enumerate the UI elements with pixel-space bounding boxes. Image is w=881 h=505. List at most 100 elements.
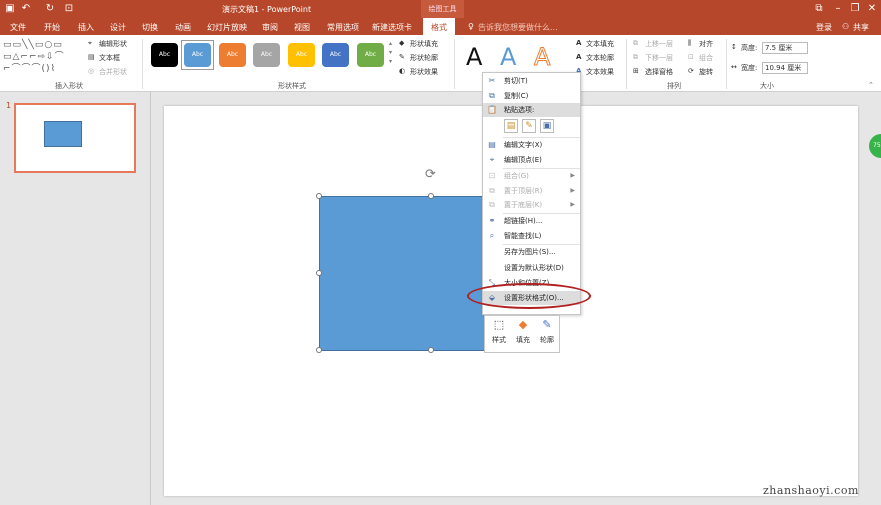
text-fill-button[interactable]: 文本填充 <box>586 39 614 49</box>
resize-handle[interactable] <box>316 270 322 276</box>
copy-icon: ⧉ <box>489 91 495 100</box>
width-label: 宽度: <box>741 64 758 72</box>
send-back-icon: ⧉ <box>489 200 495 209</box>
ribbon-display-icon[interactable]: ⧉ <box>813 2 825 15</box>
tab-slideshow[interactable]: 幻灯片放映 <box>207 22 247 33</box>
thumbnail-shape <box>44 121 82 147</box>
side-badge[interactable]: 75 <box>869 134 881 158</box>
tab-view[interactable]: 视图 <box>294 22 310 33</box>
edit-shape-button[interactable]: 编辑形状 <box>99 39 127 49</box>
collapse-ribbon-icon[interactable]: ⌃ <box>868 81 874 89</box>
menu-item-bring-to-front[interactable]: ⧉ 置于顶层(R) ▶ <box>483 184 580 198</box>
menu-item-copy[interactable]: ⧉ 复制(C) <box>483 89 580 103</box>
tab-new-tab[interactable]: 新建选项卡 <box>372 22 412 33</box>
group-button[interactable]: 组合 <box>699 53 713 63</box>
tab-format[interactable]: 格式 <box>423 18 455 35</box>
shape-style-green[interactable]: Abc <box>357 43 384 67</box>
shape-style-orange[interactable]: Abc <box>219 43 246 67</box>
resize-handle[interactable] <box>316 347 322 353</box>
menu-item-send-to-back[interactable]: ⧉ 置于底层(K) ▶ <box>483 198 580 212</box>
highlight-ellipse <box>467 283 591 309</box>
divider <box>142 39 143 89</box>
text-outline-button[interactable]: 文本轮廓 <box>586 53 614 63</box>
mini-fill-button[interactable]: ◆ 填充 <box>512 318 534 345</box>
shape-style-blue[interactable]: Abc <box>184 43 211 67</box>
menu-item-smart-lookup[interactable]: ⌕ 智能查找(L) <box>483 229 580 243</box>
title-bar: ▣ ↶ ↻ ⊡ 演示文稿1 - PowerPoint 绘图工具 ⧉ – ❐ ✕ <box>0 0 881 18</box>
tab-transitions[interactable]: 切换 <box>142 22 158 33</box>
align-icon: ⫼ <box>688 39 692 47</box>
tab-home[interactable]: 开始 <box>44 22 60 33</box>
width-icon: ↔ <box>731 63 737 71</box>
shape-style-gold[interactable]: Abc <box>288 43 315 67</box>
shape-styles-group-label: 形状样式 <box>278 82 306 90</box>
paste-keep-source-icon[interactable]: ▤ <box>504 119 518 133</box>
shape-style-dark-blue[interactable]: Abc <box>322 43 349 67</box>
divider <box>626 39 627 89</box>
undo-icon[interactable]: ↶ <box>20 2 32 15</box>
shape-fill-button[interactable]: 形状填充 <box>410 39 438 49</box>
resize-handle[interactable] <box>428 347 434 353</box>
paste-picture-icon[interactable]: ▣ <box>540 119 554 133</box>
text-box-button[interactable]: 文本框 <box>99 53 120 63</box>
shapes-gallery[interactable]: ▭▭╲╲▭○▭ ▭△⌐⌐⇨⇩⌒ ⌐⌒⌒⌒()⌇ <box>3 39 83 77</box>
menu-item-set-default-shape[interactable]: 设置为默认形状(D) <box>483 261 580 275</box>
tab-review[interactable]: 审阅 <box>262 22 278 33</box>
tab-common-options[interactable]: 常用选项 <box>327 22 359 33</box>
wordart-black[interactable]: A <box>466 43 482 71</box>
mini-outline-button[interactable]: ✎ 轮廓 <box>536 318 558 345</box>
text-box-icon: ▤ <box>88 53 95 61</box>
height-input[interactable]: 7.5 厘米 <box>762 42 808 54</box>
start-from-beginning-icon[interactable]: ⊡ <box>63 2 75 15</box>
width-input[interactable]: 10.94 厘米 <box>762 62 808 74</box>
rotate-button[interactable]: 旋转 <box>699 67 713 77</box>
align-button[interactable]: 对齐 <box>699 39 713 49</box>
rotate-icon: ⟳ <box>688 67 694 75</box>
shape-style-gray[interactable]: Abc <box>253 43 280 67</box>
hyperlink-icon: ⚭ <box>488 216 496 225</box>
tab-animations[interactable]: 动画 <box>175 22 191 33</box>
menu-item-save-as-picture[interactable]: 另存为图片(S)... <box>483 245 580 259</box>
selection-pane-button[interactable]: 选择窗格 <box>645 67 673 77</box>
gallery-scroll-icon[interactable]: ▴ ▾ ▾ <box>389 39 392 66</box>
menu-item-edit-text[interactable]: ▤ 编辑文字(X) <box>483 138 580 152</box>
tab-insert[interactable]: 插入 <box>78 22 94 33</box>
menu-item-edit-points[interactable]: ⌖ 编辑顶点(E) <box>483 153 580 167</box>
drawing-tools-label: 绘图工具 <box>421 0 464 18</box>
send-backward-button[interactable]: 下移一层 <box>645 53 673 63</box>
text-outline-icon: A <box>576 53 582 61</box>
close-icon[interactable]: ✕ <box>866 2 878 15</box>
bring-forward-icon: ⧉ <box>633 39 638 47</box>
menu-item-group[interactable]: ⊡ 组合(G) ▶ <box>483 169 580 183</box>
sign-in-link[interactable]: 登录 <box>816 22 832 33</box>
menu-item-cut[interactable]: ✂ 剪切(T) <box>483 74 580 88</box>
bring-forward-button[interactable]: 上移一层 <box>645 39 673 49</box>
tab-design[interactable]: 设计 <box>110 22 126 33</box>
paste-destination-theme-icon[interactable]: ✎ <box>522 119 536 133</box>
merge-shapes-button[interactable]: 合并形状 <box>99 67 127 77</box>
shape-outline-button[interactable]: 形状轮廓 <box>410 53 438 63</box>
shape-style-black[interactable]: Abc <box>151 43 178 67</box>
resize-handle[interactable] <box>428 193 434 199</box>
share-button[interactable]: 共享 <box>853 22 869 33</box>
save-icon[interactable]: ▣ <box>4 2 16 15</box>
edit-points-icon: ⌖ <box>489 155 495 164</box>
rotate-handle-icon[interactable]: ⟳ <box>425 167 436 182</box>
wordart-orange-outline[interactable]: A <box>533 43 550 72</box>
redo-icon[interactable]: ↻ <box>44 2 56 15</box>
text-effects-button[interactable]: 文本效果 <box>586 67 614 77</box>
mini-style-button[interactable]: ⬚ 样式 <box>488 318 510 345</box>
text-fill-icon: A <box>576 39 582 47</box>
restore-icon[interactable]: ❐ <box>849 2 861 15</box>
tell-me-search[interactable]: 告诉我您想要做什么... <box>478 22 558 33</box>
minimize-icon[interactable]: – <box>832 2 844 15</box>
shape-outline-icon: ✎ <box>399 53 405 61</box>
wordart-blue[interactable]: A <box>500 43 516 71</box>
menu-item-hyperlink[interactable]: ⚭ 超链接(H)... <box>483 214 580 228</box>
tab-file[interactable]: 文件 <box>10 22 26 33</box>
slide-thumbnail[interactable] <box>14 103 136 173</box>
resize-handle[interactable] <box>316 193 322 199</box>
selection-pane-icon: ⊞ <box>633 67 639 75</box>
shape-effects-button[interactable]: 形状效果 <box>410 67 438 77</box>
paste-icon: 📋 <box>487 105 497 114</box>
